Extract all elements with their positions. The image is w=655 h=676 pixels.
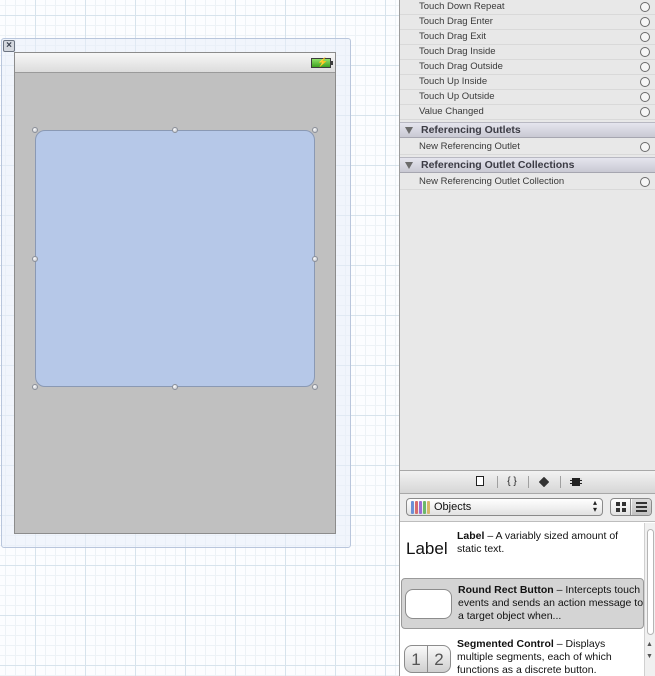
segmented-control-preview: 1 2 <box>404 645 451 673</box>
object-library-tab[interactable] <box>536 475 552 489</box>
tab-separator <box>497 476 498 488</box>
list-view-button[interactable] <box>632 499 651 515</box>
section-title: Referencing Outlet Collections <box>421 159 575 171</box>
connection-circle-icon[interactable] <box>640 62 650 72</box>
outlet-collection-label: New Referencing Outlet Collection <box>419 176 565 187</box>
selected-round-rect-button[interactable] <box>35 130 315 387</box>
resize-handle-top-left[interactable] <box>32 127 38 133</box>
object-library-list[interactable]: Label Label – A variably sized amount of… <box>400 523 655 676</box>
library-popup-button[interactable]: Objects ▴ ▾ <box>406 498 603 516</box>
event-label: Touch Down Repeat <box>419 1 505 12</box>
new-referencing-outlet-collection-row: New Referencing Outlet Collection <box>400 175 655 190</box>
library-scrollbar[interactable]: ▲ ▼ <box>644 523 655 676</box>
event-label: Value Changed <box>419 106 484 117</box>
tab-separator <box>560 476 561 488</box>
file-template-library-tab[interactable] <box>472 475 488 489</box>
resize-handle-left[interactable] <box>32 256 38 262</box>
event-label: Touch Drag Outside <box>419 61 503 72</box>
event-row-touch-up-outside: Touch Up Outside <box>400 90 655 105</box>
library-item-description: Round Rect Button – Intercepts touch eve… <box>458 584 644 623</box>
icon-view-button[interactable] <box>611 499 631 515</box>
connection-circle-icon[interactable] <box>640 92 650 102</box>
event-row-touch-drag-inside: Touch Drag Inside <box>400 45 655 60</box>
cube-icon <box>538 476 550 488</box>
connection-circle-icon[interactable] <box>640 17 650 27</box>
media-library-tab[interactable] <box>568 475 584 489</box>
resize-handle-bottom-left[interactable] <box>32 384 38 390</box>
connection-circle-icon[interactable] <box>640 142 650 152</box>
scroll-thumb[interactable] <box>647 529 654 635</box>
library-item-title: Label <box>457 530 485 542</box>
disclosure-triangle-icon[interactable] <box>405 162 413 169</box>
connection-circle-icon[interactable] <box>640 47 650 57</box>
event-label: Touch Up Inside <box>419 76 488 87</box>
battery-charging-icon: ⚡ <box>311 57 333 68</box>
library-filter-bar: Objects ▴ ▾ <box>400 494 655 522</box>
connection-circle-icon[interactable] <box>640 77 650 87</box>
outlet-label: New Referencing Outlet <box>419 141 520 152</box>
resize-handle-right[interactable] <box>312 256 318 262</box>
library-item-title: Segmented Control <box>457 638 554 650</box>
segment-label: 2 <box>427 646 450 672</box>
resize-handle-top[interactable] <box>172 127 178 133</box>
new-referencing-outlet-row: New Referencing Outlet <box>400 140 655 155</box>
scroll-down-arrow-icon[interactable]: ▼ <box>646 653 653 660</box>
label-preview: Label <box>406 539 448 558</box>
event-label: Touch Drag Enter <box>419 16 493 27</box>
popup-arrows-icon: ▴ ▾ <box>592 498 597 514</box>
braces-icon: { } <box>507 476 517 487</box>
event-label: Touch Up Outside <box>419 91 495 102</box>
tab-separator <box>528 476 529 488</box>
status-bar: ⚡ <box>15 53 335 73</box>
film-icon <box>570 478 582 486</box>
resize-handle-bottom[interactable] <box>172 384 178 390</box>
library-item-description: Label – A variably sized amount of stati… <box>457 530 643 556</box>
event-row-touch-up-inside: Touch Up Inside <box>400 75 655 90</box>
library-item-title: Round Rect Button <box>458 584 554 596</box>
library-item-description: Segmented Control – Displays multiple se… <box>457 638 643 676</box>
round-rect-button-preview <box>405 589 452 619</box>
connection-circle-icon[interactable] <box>640 177 650 187</box>
close-scene-icon[interactable]: × <box>3 40 15 52</box>
segment-label: 1 <box>411 650 421 669</box>
library-tab-bar: { } <box>400 470 655 494</box>
lightning-icon: ⚡ <box>317 57 329 67</box>
event-row-value-changed: Value Changed <box>400 105 655 120</box>
event-label: Touch Drag Inside <box>419 46 496 57</box>
view-mode-toggle <box>610 498 652 516</box>
section-title: Referencing Outlets <box>421 124 521 136</box>
event-label: Touch Drag Exit <box>419 31 487 42</box>
library-item-segmented-control[interactable]: 1 2 Segmented Control – Displays multipl… <box>401 633 644 676</box>
connections-inspector: Touch Down Repeat Touch Drag Enter Touch… <box>400 0 655 470</box>
document-icon <box>476 476 484 486</box>
selected-library-label: Objects <box>434 501 472 513</box>
disclosure-triangle-icon[interactable] <box>405 127 413 134</box>
resize-handle-bottom-right[interactable] <box>312 384 318 390</box>
resize-handle-top-right[interactable] <box>312 127 318 133</box>
library-item-label[interactable]: Label Label – A variably sized amount of… <box>401 525 644 575</box>
event-row-touch-drag-enter: Touch Drag Enter <box>400 15 655 30</box>
event-row-touch-drag-exit: Touch Drag Exit <box>400 30 655 45</box>
connection-circle-icon[interactable] <box>640 2 650 12</box>
grid-icon <box>616 502 626 512</box>
event-row-touch-down-repeat: Touch Down Repeat <box>400 0 655 15</box>
connection-circle-icon[interactable] <box>640 107 650 117</box>
code-snippet-library-tab[interactable]: { } <box>504 475 520 489</box>
section-referencing-outlet-collections[interactable]: Referencing Outlet Collections <box>400 157 655 173</box>
section-referencing-outlets[interactable]: Referencing Outlets <box>400 122 655 138</box>
library-item-round-rect-button[interactable]: Round Rect Button – Intercepts touch eve… <box>401 578 644 629</box>
objects-books-icon <box>411 501 430 514</box>
scroll-up-arrow-icon[interactable]: ▲ <box>646 641 653 648</box>
list-icon <box>636 502 647 512</box>
event-row-touch-drag-outside: Touch Drag Outside <box>400 60 655 75</box>
connection-circle-icon[interactable] <box>640 32 650 42</box>
